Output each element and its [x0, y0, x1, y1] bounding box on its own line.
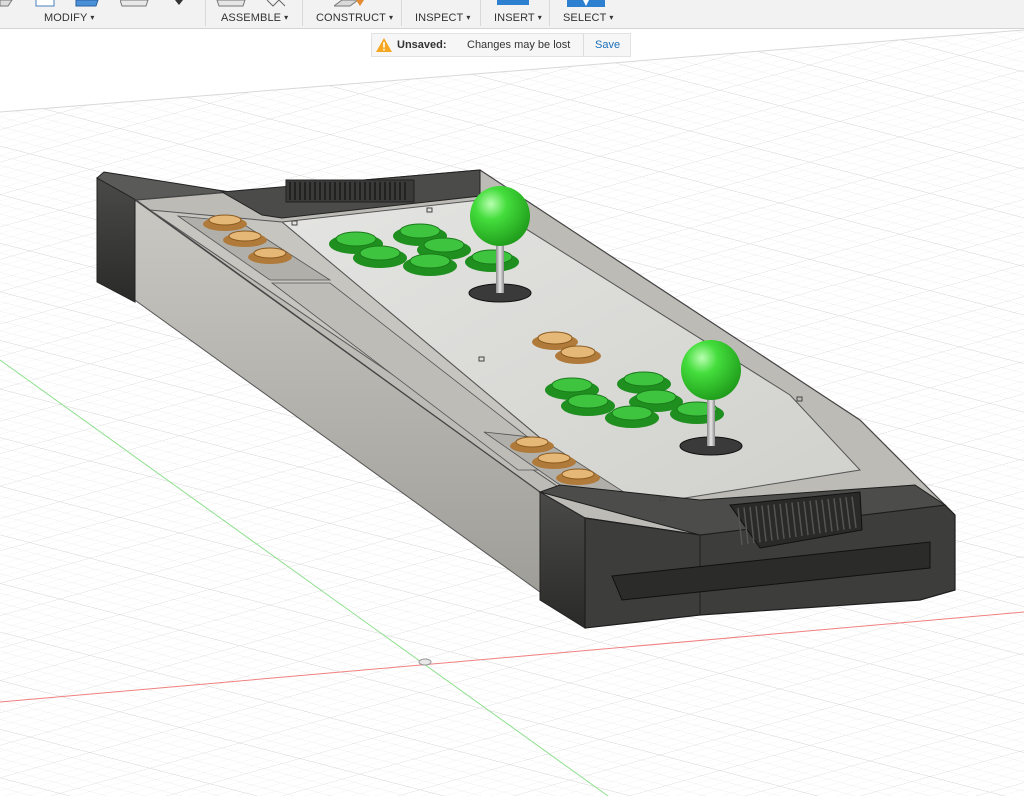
rear-vent-grille	[285, 179, 415, 203]
save-button[interactable]: Save	[595, 39, 620, 51]
unsaved-notification: Unsaved: Changes may be lost Save	[371, 33, 631, 57]
chevron-down-icon: ▾	[90, 13, 95, 22]
extra-tool-icons[interactable]	[120, 0, 190, 10]
inspect-label: INSPECT	[415, 12, 464, 24]
notification-divider	[583, 34, 584, 56]
assemble-menu[interactable]: ASSEMBLE ▾	[221, 0, 291, 28]
select-label: SELECT	[563, 12, 607, 24]
main-toolbar: MODIFY ▾ ASSEMBLE ▾ CONSTRUCT ▾ INSPECT ▾ IN…	[0, 0, 1024, 29]
insert-label: INSERT	[494, 12, 535, 24]
origin-marker	[418, 658, 432, 666]
construct-menu[interactable]: CONSTRUCT ▾	[316, 0, 394, 28]
construct-label: CONSTRUCT	[316, 12, 386, 24]
chevron-down-icon: ▾	[537, 13, 542, 22]
toolbar-divider	[401, 0, 402, 26]
unsaved-title: Unsaved:	[397, 39, 447, 51]
chevron-down-icon: ▾	[284, 13, 289, 22]
unsaved-message: Changes may be lost	[467, 39, 571, 51]
select-menu[interactable]: SELECT ▾	[563, 0, 618, 28]
chevron-down-icon: ▾	[388, 13, 394, 22]
assemble-label: ASSEMBLE	[221, 12, 282, 24]
3d-viewport[interactable]	[0, 29, 1024, 796]
chevron-down-icon: ▾	[609, 13, 614, 22]
toolbar-divider	[480, 0, 481, 26]
inspect-menu[interactable]: INSPECT ▾	[415, 0, 470, 28]
toolbar-divider	[205, 0, 206, 26]
modify-menu[interactable]: MODIFY ▾	[44, 0, 104, 28]
insert-menu[interactable]: INSERT ▾	[494, 0, 544, 28]
chevron-down-icon: ▾	[466, 13, 471, 22]
warning-icon	[376, 38, 392, 52]
toolbar-divider	[549, 0, 550, 26]
modify-label: MODIFY	[44, 12, 88, 24]
toolbar-divider	[302, 0, 303, 26]
